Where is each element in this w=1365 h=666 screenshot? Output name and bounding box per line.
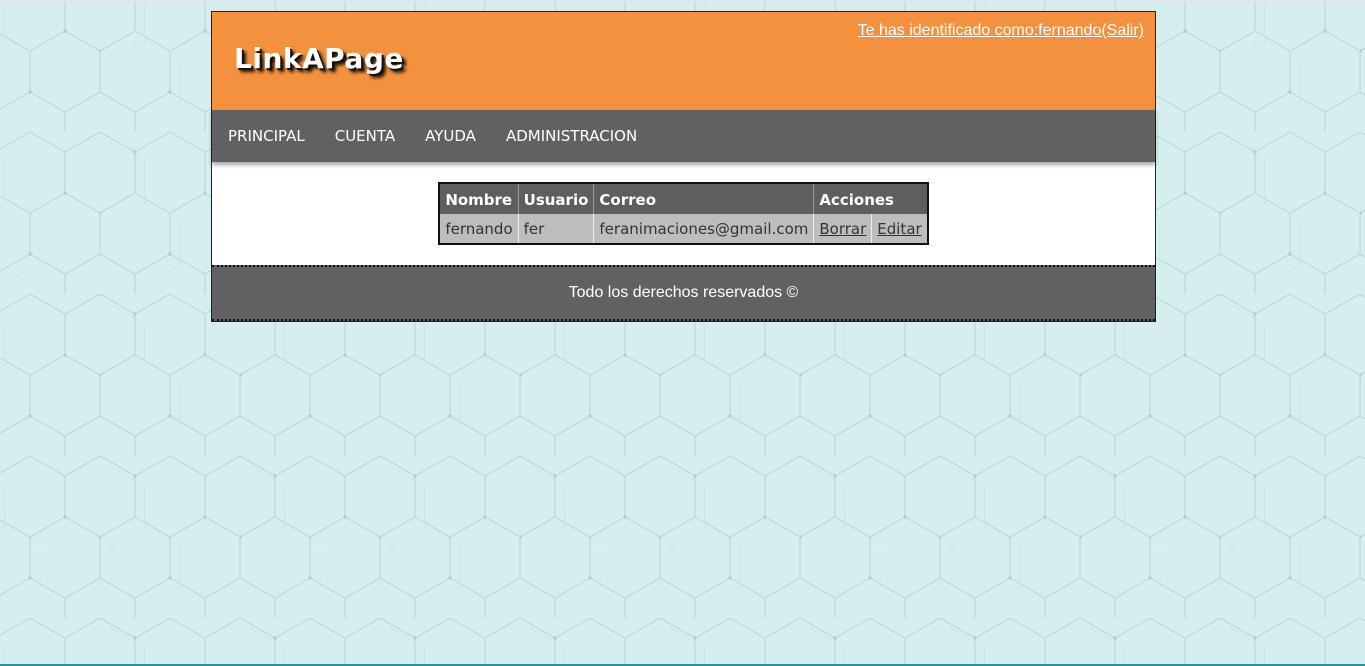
cell-usuario: fer	[518, 214, 595, 244]
column-header-usuario: Usuario	[518, 183, 595, 214]
window-top-border	[0, 0, 1365, 2]
column-header-acciones: Acciones	[813, 183, 928, 214]
nav-item-administracion[interactable]: ADMINISTRACION	[506, 127, 637, 145]
cell-nombre: fernando	[439, 214, 519, 244]
nav-item-cuenta[interactable]: CUENTA	[335, 127, 395, 145]
cell-action-edit: Editar	[871, 214, 928, 244]
column-header-nombre: Nombre	[439, 183, 519, 214]
site-header: LinkAPage Te has identificado como:ferna…	[212, 12, 1155, 110]
site-logo: LinkAPage	[234, 42, 404, 75]
users-table: Nombre Usuario Correo Acciones fernando …	[438, 182, 929, 245]
page-container: LinkAPage Te has identificado como:ferna…	[211, 11, 1156, 322]
table-row: fernando fer feranimaciones@gmail.com Bo…	[439, 214, 928, 244]
delete-link[interactable]: Borrar	[819, 220, 866, 238]
column-header-correo: Correo	[593, 183, 815, 214]
main-content: Nombre Usuario Correo Acciones fernando …	[212, 162, 1155, 265]
main-nav: PRINCIPAL CUENTA AYUDA ADMINISTRACION	[212, 110, 1155, 162]
copyright-text: Todo los derechos reservados ©	[568, 284, 799, 301]
nav-item-principal[interactable]: PRINCIPAL	[228, 127, 305, 145]
nav-item-ayuda[interactable]: AYUDA	[425, 127, 476, 145]
edit-link[interactable]: Editar	[877, 220, 921, 238]
cell-correo: feranimaciones@gmail.com	[593, 214, 815, 244]
cell-action-delete: Borrar	[813, 214, 873, 244]
logout-link[interactable]: Te has identificado como:fernando(Salir)	[858, 22, 1144, 40]
site-footer: Todo los derechos reservados ©	[212, 265, 1155, 321]
table-header-row: Nombre Usuario Correo Acciones	[439, 183, 928, 214]
